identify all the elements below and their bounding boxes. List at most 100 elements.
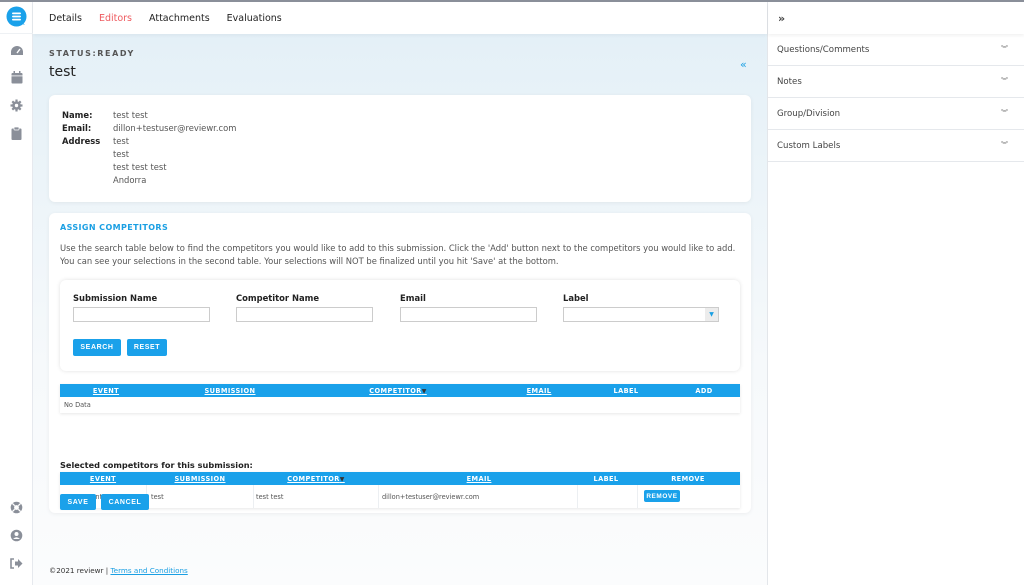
email-filter-input[interactable] xyxy=(400,307,537,322)
sort-desc-icon: ▼ xyxy=(421,388,427,395)
save-button[interactable]: SAVE xyxy=(60,494,96,510)
search-table-header: EVENT SUBMISSION COMPETITOR▼ EMAIL LABEL… xyxy=(60,384,740,397)
right-panel: » Questions/Comments ︾ Notes ︾ Group/Div… xyxy=(767,2,1024,585)
col-label: LABEL xyxy=(593,475,619,483)
right-panel-header: » xyxy=(768,2,1024,34)
search-button[interactable]: SEARCH xyxy=(73,339,121,356)
search-filter-panel: Submission Name Competitor Name Email La… xyxy=(60,280,740,371)
search-table-body: No Data xyxy=(60,397,740,413)
col-submission[interactable]: SUBMISSION xyxy=(205,387,256,395)
chevron-double-down-icon: ︾ xyxy=(1001,109,1008,117)
submission-name-label: Submission Name xyxy=(73,293,158,303)
col-remove: REMOVE xyxy=(671,475,705,483)
selected-competitors-title: Selected competitors for this submission… xyxy=(60,460,253,470)
submission-name-field: Submission Name xyxy=(73,293,210,322)
collapse-left-icon[interactable]: « xyxy=(740,58,747,71)
submission-name-input[interactable] xyxy=(73,307,210,322)
reset-button[interactable]: RESET xyxy=(127,339,167,356)
top-tabs: Details Editors Attachments Evaluations xyxy=(33,2,767,34)
name-label: Name: xyxy=(62,110,93,120)
col-competitor-label: COMPETITOR xyxy=(369,387,422,395)
tab-attachments[interactable]: Attachments xyxy=(149,13,210,24)
dashboard-icon[interactable] xyxy=(9,43,24,58)
help-icon[interactable] xyxy=(9,500,24,515)
terms-link[interactable]: Terms and Conditions xyxy=(110,566,187,575)
clipboard-icon[interactable] xyxy=(9,126,24,141)
remove-button[interactable]: REMOVE xyxy=(644,490,680,502)
tab-evaluations[interactable]: Evaluations xyxy=(227,13,282,24)
name-value: test test xyxy=(113,110,148,120)
page-title: test xyxy=(49,64,76,80)
panel-item-custom-labels[interactable]: Custom Labels ︾ xyxy=(768,130,1024,162)
contact-info-card: Name: test test Email: dillon+testuser@r… xyxy=(49,95,751,202)
table-row: 0Test Event test test test dillon+testus… xyxy=(60,485,740,508)
chevron-double-down-icon: ︾ xyxy=(1001,45,1008,53)
competitor-name-label: Competitor Name xyxy=(236,293,320,303)
main-content: STATUS:READY test « Name: test test Emai… xyxy=(33,34,767,585)
window-top-border xyxy=(0,0,1024,2)
col-label: LABEL xyxy=(613,387,639,395)
expand-right-icon[interactable]: » xyxy=(778,12,785,25)
dropdown-arrow-icon[interactable]: ▼ xyxy=(705,308,718,321)
tab-details[interactable]: Details xyxy=(49,13,82,24)
col-competitor[interactable]: COMPETITOR▼ xyxy=(287,475,345,483)
search-results-table: EVENT SUBMISSION COMPETITOR▼ EMAIL LABEL… xyxy=(60,384,740,413)
address-line-2: test xyxy=(113,149,130,159)
chevron-double-down-icon: ︾ xyxy=(1001,77,1008,85)
address-line-4: Andorra xyxy=(113,175,147,185)
panel-item-label: Questions/Comments xyxy=(777,44,870,55)
email-filter-label: Email xyxy=(400,293,426,303)
col-submission[interactable]: SUBMISSION xyxy=(175,475,226,483)
no-data-text: No Data xyxy=(64,401,91,409)
label-filter-field: Label ▼ xyxy=(563,293,719,322)
cell-submission: test xyxy=(151,493,164,501)
address-line-3: test test test xyxy=(113,162,167,172)
competitor-name-input[interactable] xyxy=(236,307,373,322)
sort-desc-icon: ▼ xyxy=(339,476,345,483)
logout-icon[interactable] xyxy=(9,556,24,571)
email-filter-field: Email xyxy=(400,293,537,322)
footer: ©2021 reviewr | Terms and Conditions xyxy=(49,566,188,575)
panel-item-label: Custom Labels xyxy=(777,140,841,151)
competitor-name-field: Competitor Name xyxy=(236,293,373,322)
rail-divider xyxy=(0,33,33,34)
tab-editors[interactable]: Editors xyxy=(99,13,132,24)
cell-divider xyxy=(378,485,379,508)
assign-competitors-title: ASSIGN COMPETITORS xyxy=(60,223,169,232)
col-competitor-label: COMPETITOR xyxy=(287,475,340,483)
col-add: ADD xyxy=(695,387,713,395)
col-competitor[interactable]: COMPETITOR▼ xyxy=(369,387,427,395)
panel-item-label: Group/Division xyxy=(777,108,841,119)
user-icon[interactable] xyxy=(9,528,24,543)
panel-item-label: Notes xyxy=(777,76,802,87)
address-line-1: test xyxy=(113,136,130,146)
gear-icon[interactable] xyxy=(9,98,24,113)
label-filter-label: Label xyxy=(563,293,589,303)
cell-divider xyxy=(577,485,578,508)
copyright-text: ©2021 reviewr | xyxy=(49,566,111,575)
cell-divider xyxy=(253,485,254,508)
selected-table-header: EVENT SUBMISSION COMPETITOR▼ EMAIL LABEL… xyxy=(60,472,740,485)
logo-icon[interactable] xyxy=(6,6,27,27)
assign-description: Use the search table below to find the c… xyxy=(60,243,736,266)
col-email[interactable]: EMAIL xyxy=(527,387,552,395)
panel-item-group-division[interactable]: Group/Division ︾ xyxy=(768,98,1024,130)
cancel-button[interactable]: CANCEL xyxy=(101,494,149,510)
col-email[interactable]: EMAIL xyxy=(467,475,492,483)
address-label: Address xyxy=(62,136,101,146)
cell-email: dillon+testuser@reviewr.com xyxy=(382,493,480,501)
col-event[interactable]: EVENT xyxy=(90,475,116,483)
panel-item-notes[interactable]: Notes ︾ xyxy=(768,66,1024,98)
panel-item-questions-comments[interactable]: Questions/Comments ︾ xyxy=(768,34,1024,66)
status-label: STATUS:READY xyxy=(49,49,135,58)
chevron-double-down-icon: ︾ xyxy=(1001,141,1008,149)
cell-divider xyxy=(637,485,638,508)
label-select[interactable]: ▼ xyxy=(563,307,719,322)
left-rail xyxy=(0,0,33,585)
assign-competitors-card: ASSIGN COMPETITORS Use the search table … xyxy=(49,213,751,513)
email-label: Email: xyxy=(62,123,92,133)
selected-competitors-table: EVENT SUBMISSION COMPETITOR▼ EMAIL LABEL… xyxy=(60,472,740,508)
col-event[interactable]: EVENT xyxy=(93,387,119,395)
cell-competitor: test test xyxy=(256,493,284,501)
calendar-icon[interactable] xyxy=(9,70,24,85)
